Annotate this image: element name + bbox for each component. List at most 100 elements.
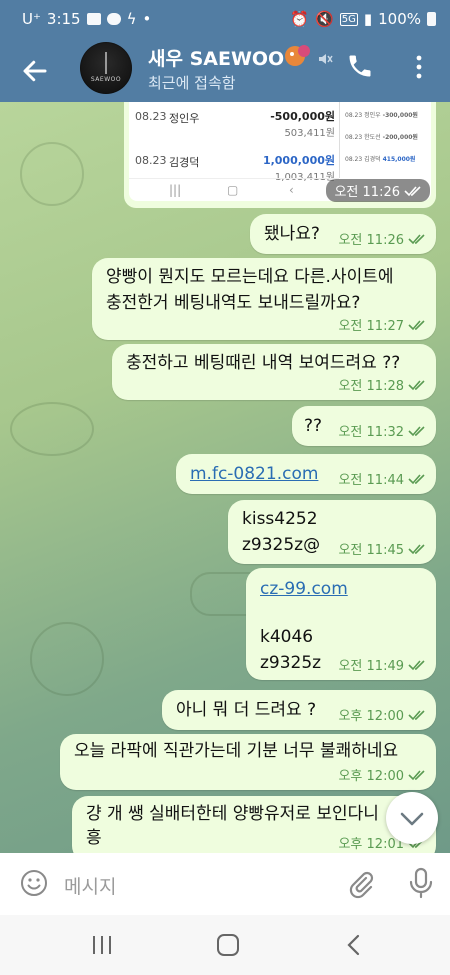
timestamp-text: 오전 11:26 <box>334 185 400 200</box>
outgoing-message[interactable]: 됐나요? 오전 11:26 <box>250 214 436 254</box>
divider <box>339 102 340 178</box>
message-link[interactable]: m.fc-0821.com <box>190 461 318 487</box>
message-time: 오후 12:00 <box>338 709 404 724</box>
background-doodle <box>30 622 104 696</box>
outgoing-message[interactable]: 오늘 라팍에 직관가는데 기분 너무 불쾌하네요 오후 12:00 <box>60 734 436 790</box>
message-meta: 오전 11:45 <box>338 539 426 558</box>
home-icon[interactable] <box>214 933 242 957</box>
message-meta: 오후 12:00 <box>338 705 426 724</box>
last-seen-status: 최근에 접속함 <box>148 74 236 92</box>
message-time: 오전 11:32 <box>338 425 404 440</box>
chat-area[interactable]: 08.23 정인우 -500,000원 503,411원 08.23 김경덕 1… <box>0 102 450 853</box>
home-icon: ▢ <box>227 183 239 197</box>
message-meta: 오전 11:26 <box>338 229 426 248</box>
message-text: 됐나요? <box>264 224 320 244</box>
system-navigation-bar <box>0 915 450 975</box>
double-check-icon <box>408 233 425 244</box>
tx-date: 08.23 <box>135 154 167 167</box>
message-meta: 오전 11:49 <box>338 655 426 674</box>
muted-icon <box>319 54 333 64</box>
alarm-icon: ⏰ <box>290 10 310 28</box>
chat-header: SAEWOO 새우 SAEWOO 최근에 접속함 <box>0 38 450 102</box>
message-text: 오늘 라팍에 직관가는데 기분 너무 불쾌하네요 <box>74 741 399 761</box>
double-check-icon <box>408 543 425 554</box>
dot-notification-icon: • <box>142 10 152 28</box>
status-bar: U⁺ 3:15 ϟ • ⏰ 🔇 5G ▮ 100% <box>0 0 450 38</box>
battery-icon <box>427 12 436 26</box>
outgoing-message[interactable]: m.fc-0821.com 오전 11:44 <box>176 454 436 494</box>
tx-amount: -500,000원 <box>270 110 335 123</box>
clock: 3:15 <box>46 10 81 28</box>
tx-balance: 503,411원 <box>284 128 335 139</box>
tx-amount: 1,000,000원 <box>262 154 335 167</box>
second-screenshot-panel: 08.23 정인우 -300,000원 08.23 한도선 -200,000원 … <box>341 102 431 178</box>
message-time: 오후 12:00 <box>338 769 404 784</box>
message-text: 양빵이 뭔지도 모르는데요 다른.사이트에 충전한거 베팅내역도 보내드릴까요? <box>106 267 394 313</box>
battery-label: 100% <box>378 10 421 28</box>
tx-mini-amount: -300,000원 <box>382 112 418 119</box>
outgoing-message[interactable]: kiss4252 z9325z@ 오전 11:45 <box>228 500 436 564</box>
tx-mini-date: 08.23 <box>345 156 363 163</box>
talk-notification-icon <box>106 13 121 25</box>
paperclip-icon[interactable] <box>346 869 376 899</box>
double-check-icon <box>408 473 425 484</box>
chat-title[interactable]: 새우 SAEWOO <box>148 44 284 71</box>
transaction-row: 08.23 정인우 -500,000원 503,411원 <box>129 102 339 146</box>
message-text: 충전하고 베팅때린 내역 보여드려요 ?? <box>126 353 401 373</box>
message-meta: 오전 11:27 <box>338 315 426 334</box>
tx-name: 김경덕 <box>169 156 200 169</box>
tx-mini-date: 08.23 <box>345 112 363 119</box>
gallery-notification-icon <box>86 13 101 25</box>
double-check-icon <box>408 709 425 720</box>
message-text: ?? <box>304 416 323 436</box>
message-meta: 오전 11:28 <box>338 375 426 394</box>
tx-date: 08.23 <box>135 110 167 123</box>
message-time: 오전 11:27 <box>338 319 404 334</box>
avatar[interactable]: SAEWOO <box>80 42 132 94</box>
outgoing-message[interactable]: cz-99.com k4046 z9325z 오전 11:49 <box>246 568 436 680</box>
message-meta: 오전 11:32 <box>338 421 426 440</box>
tx-name: 정인우 <box>169 112 200 125</box>
message-text: 아니 뭐 더 드려요 ? <box>176 700 317 720</box>
outgoing-message[interactable]: 양빵이 뭔지도 모르는데요 다른.사이트에 충전한거 베팅내역도 보내드릴까요?… <box>92 258 436 340</box>
recent-apps-icon[interactable] <box>88 933 116 957</box>
outgoing-message[interactable]: ?? 오전 11:32 <box>292 406 436 446</box>
outgoing-message[interactable]: 충전하고 베팅때린 내역 보여드려요 ?? 오전 11:28 <box>112 344 436 400</box>
message-meta: 오후 12:00 <box>338 765 426 784</box>
signal-icon: ▮ <box>363 10 373 28</box>
outgoing-message[interactable]: 아니 뭐 더 드려요 ? 오후 12:00 <box>162 690 436 730</box>
scroll-to-bottom-button[interactable] <box>386 792 438 844</box>
emoji-button-icon[interactable] <box>20 869 48 897</box>
phone-icon[interactable] <box>346 52 374 80</box>
outgoing-message[interactable]: 걍 개 쌩 실배터한테 양빵유저로 보인다니 흥 오후 12:01 <box>72 796 436 853</box>
double-check-icon <box>408 769 425 780</box>
double-check-icon <box>404 185 421 196</box>
message-text: 걍 개 쌩 실배터한테 양빵유저로 보인다니 흥 <box>86 804 379 848</box>
microphone-icon[interactable] <box>408 867 434 899</box>
message-link[interactable]: cz-99.com <box>260 576 348 602</box>
double-check-icon <box>408 659 425 670</box>
image-message[interactable]: 08.23 정인우 -500,000원 503,411원 08.23 김경덕 1… <box>124 102 436 208</box>
tx-mini-name: 김경덕 <box>364 156 381 163</box>
back-arrow-icon[interactable] <box>20 56 50 86</box>
tx-mini-row: 08.23 정인우 -300,000원 <box>345 110 418 119</box>
chevron-down-icon <box>400 812 424 826</box>
message-meta: 오전 11:44 <box>338 469 426 488</box>
back-nav-icon[interactable] <box>340 933 368 957</box>
message-time: 오전 11:49 <box>338 659 404 674</box>
message-timestamp: 오전 11:26 <box>326 179 430 202</box>
double-check-icon <box>408 379 425 390</box>
screenshot-navbar: ||| ▢ ‹ <box>129 178 339 201</box>
message-composer: 메시지 <box>0 853 450 915</box>
tx-mini-date: 08.23 <box>345 134 363 141</box>
message-time: 오전 11:44 <box>338 473 404 488</box>
double-check-icon <box>408 319 425 330</box>
message-input[interactable]: 메시지 <box>64 872 116 899</box>
more-menu-icon[interactable] <box>410 54 428 80</box>
recent-apps-icon: ||| <box>169 183 182 197</box>
carrier-label: U⁺ <box>22 10 41 28</box>
message-time: 오전 11:28 <box>338 379 404 394</box>
tx-mini-name: 정인우 <box>364 112 381 119</box>
tx-mini-row: 08.23 한도선 -200,000원 <box>345 132 418 141</box>
tx-mini-row: 08.23 김경덕 415,000원 <box>345 154 415 163</box>
